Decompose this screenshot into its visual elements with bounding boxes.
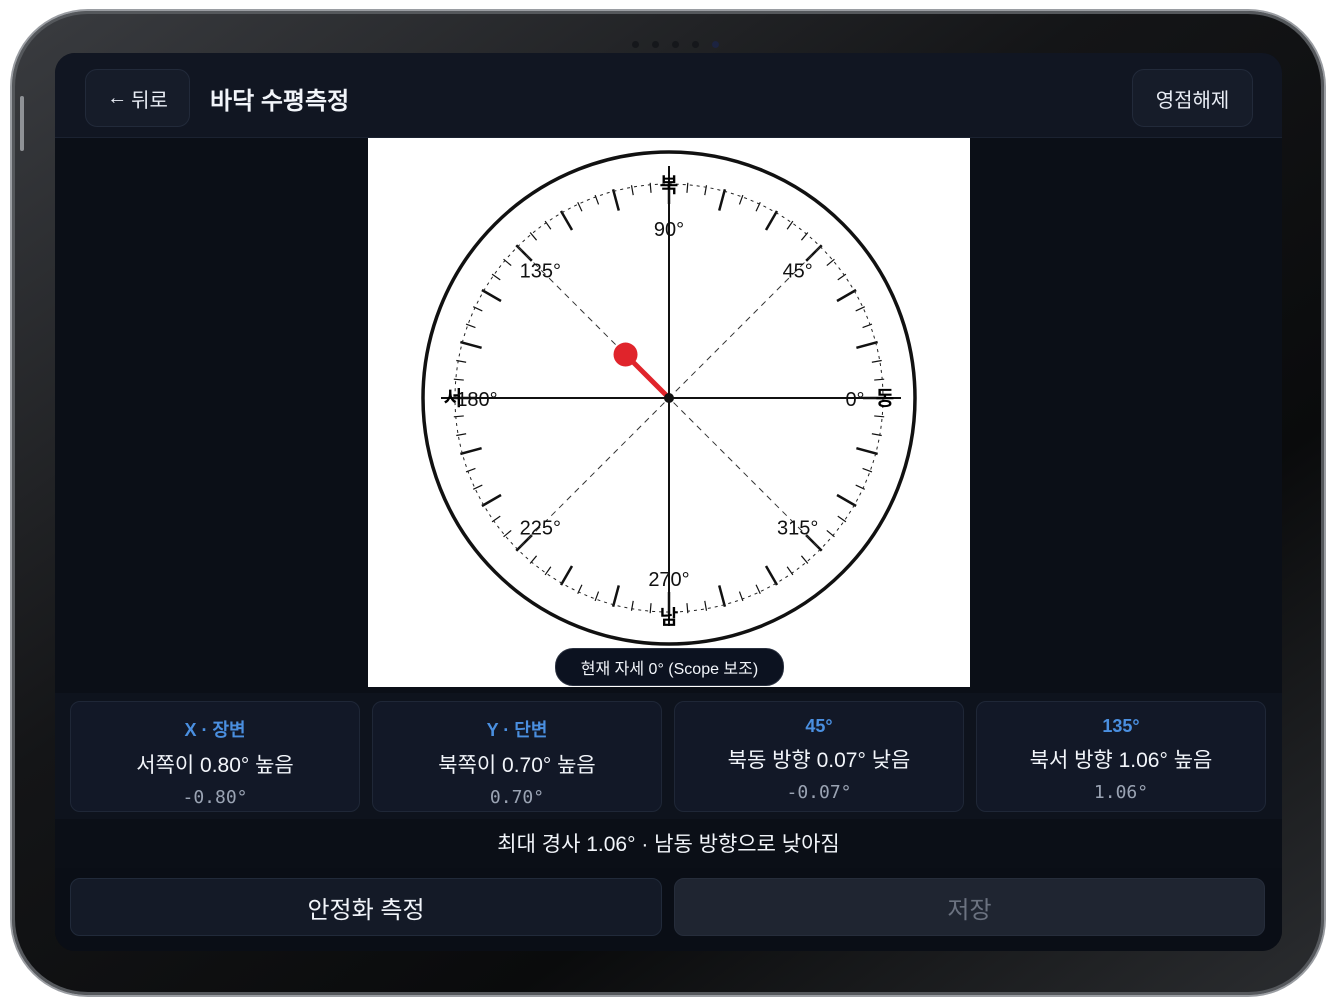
dial-tick bbox=[836, 493, 857, 508]
dial-tick bbox=[481, 493, 502, 508]
dial-tick bbox=[837, 515, 847, 523]
attitude-badge: 현재 자세 0° (Scope 보조) bbox=[555, 648, 784, 686]
dial-tick bbox=[764, 210, 779, 231]
card-45: 45° 북동 방향 0.07° 낮음 -0.07° bbox=[674, 701, 964, 812]
app-screen: ← 뒤로 바닥 수평측정 영점해제 북 남 동 서 0° 45° 90° 135° 18… bbox=[55, 53, 1282, 951]
card-text: 북서 방향 1.06° 높음 bbox=[1029, 749, 1213, 772]
angle-labels: 0° 45° 90° 135° 180° 225° 270° 315° bbox=[456, 219, 864, 591]
dial-tick bbox=[503, 529, 512, 538]
card-text: 북쪽이 0.70° 높음 bbox=[438, 754, 596, 777]
card-label: 45° bbox=[805, 716, 833, 736]
page-title: 바닥 수평측정 bbox=[210, 88, 350, 115]
north-label: 북 bbox=[660, 174, 678, 197]
dial-tick bbox=[718, 189, 727, 211]
side-button bbox=[20, 96, 24, 151]
back-button[interactable]: ← 뒤로 bbox=[85, 69, 190, 127]
dial-tick bbox=[456, 433, 467, 437]
card-label: 135° bbox=[1102, 716, 1140, 736]
angle-label: 225° bbox=[520, 518, 561, 540]
angle-label: 45° bbox=[783, 260, 813, 282]
max-slope-summary: 최대 경사 1.06° · 남동 방향으로 낮아짐 bbox=[497, 833, 840, 856]
dial-tick bbox=[874, 415, 885, 418]
east-label: 동 bbox=[876, 388, 894, 410]
card-value: -0.07° bbox=[786, 782, 852, 803]
south-label: 남 bbox=[660, 606, 679, 629]
dial-tick bbox=[856, 447, 878, 456]
dial-tick bbox=[704, 600, 708, 611]
dial-tick bbox=[481, 288, 502, 303]
save-button[interactable]: 저장 bbox=[674, 878, 1265, 936]
dial-tick bbox=[559, 210, 574, 231]
card-value: -0.80° bbox=[182, 787, 248, 808]
angle-label: 180° bbox=[456, 389, 497, 411]
dial-tick bbox=[529, 232, 538, 241]
dial-tick bbox=[800, 555, 809, 564]
card-label: X · 장변 bbox=[184, 720, 246, 740]
angle-label: 315° bbox=[777, 518, 818, 540]
level-bubble bbox=[613, 342, 638, 367]
dial-tick bbox=[472, 484, 483, 490]
angle-label: 0° bbox=[845, 389, 864, 411]
dial-tick bbox=[871, 359, 882, 363]
dial-tick bbox=[559, 565, 574, 586]
top-bar: ← 뒤로 바닥 수평측정 영점해제 bbox=[55, 53, 1282, 138]
dial-tick bbox=[826, 258, 835, 267]
angle-label: 270° bbox=[648, 569, 689, 591]
card-value: 0.70° bbox=[489, 787, 545, 808]
stabilize-measure-button[interactable]: 안정화 측정 bbox=[70, 878, 662, 936]
dial-tick bbox=[460, 340, 482, 349]
angle-label: 90° bbox=[654, 219, 684, 241]
level-dial-panel: 북 남 동 서 0° 45° 90° 135° 180° 225° 270° 315° 현재 … bbox=[368, 138, 970, 687]
card-text: 북동 방향 0.07° 낮음 bbox=[727, 749, 911, 772]
dial-tick bbox=[786, 220, 794, 230]
dial-tick bbox=[577, 201, 583, 212]
dial-tick bbox=[855, 306, 866, 312]
dial-tick bbox=[611, 189, 620, 211]
card-label: Y · 단변 bbox=[486, 720, 548, 740]
dial-tick bbox=[611, 585, 620, 607]
dial-tick bbox=[630, 185, 634, 196]
dial-tick bbox=[764, 565, 779, 586]
back-arrow-icon: ← bbox=[107, 86, 128, 109]
dial-tick bbox=[836, 288, 857, 303]
card-value: 1.06° bbox=[1093, 782, 1149, 803]
dial-tick bbox=[491, 273, 501, 281]
angle-label: 135° bbox=[520, 260, 561, 282]
card-y-axis: Y · 단변 북쪽이 0.70° 높음 0.70° bbox=[372, 701, 662, 812]
card-135: 135° 북서 방향 1.06° 높음 1.06° bbox=[976, 701, 1266, 812]
zero-reset-button[interactable]: 영점해제 bbox=[1132, 69, 1253, 127]
camera-strip bbox=[632, 41, 719, 48]
dial-tick bbox=[544, 566, 552, 576]
dial-tick bbox=[856, 340, 878, 349]
back-label: 뒤로 bbox=[131, 89, 168, 112]
dial-tick bbox=[460, 447, 482, 456]
dial-tick bbox=[649, 603, 652, 614]
card-x-axis: X · 장변 서쪽이 0.80° 높음 -0.80° bbox=[70, 701, 360, 812]
card-text: 서쪽이 0.80° 높음 bbox=[136, 754, 294, 777]
level-dial: 북 남 동 서 0°45°90°135°180°225°270°315° bbox=[421, 150, 917, 646]
dial-tick bbox=[686, 182, 689, 193]
dial-tick bbox=[453, 378, 464, 381]
dial-center bbox=[664, 393, 674, 403]
dial-tick bbox=[755, 584, 761, 595]
dial-tick bbox=[718, 585, 727, 607]
